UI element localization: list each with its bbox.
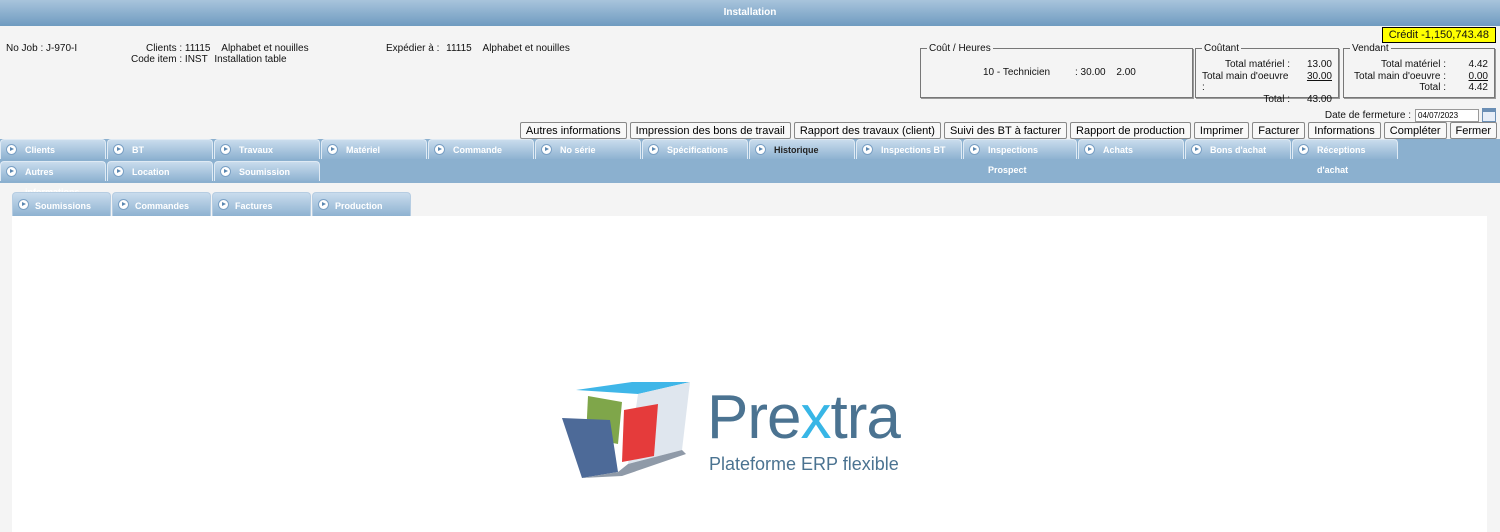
cout-heures-values: : 30.00 2.00 bbox=[1075, 67, 1136, 78]
coutant-row: Total : 43.00 bbox=[1263, 93, 1332, 105]
cout-heures-line: 10 - Technicien bbox=[983, 67, 1050, 78]
code-item-code: INST bbox=[184, 54, 208, 65]
tab-specifications[interactable]: Spécifications bbox=[642, 139, 748, 159]
expedier-info: Expédier à : 11115 Alphabet et nouilles bbox=[386, 43, 570, 54]
tab-inspections-prospect[interactable]: Inspections Prospect bbox=[963, 139, 1077, 175]
arrow-circle-icon bbox=[6, 166, 17, 177]
tab-bt[interactable]: BT bbox=[107, 139, 213, 159]
arrow-circle-icon bbox=[6, 144, 17, 155]
autres-informations-button[interactable]: Autres informations bbox=[519, 122, 627, 139]
arrow-circle-icon bbox=[220, 166, 231, 177]
vendant-box: Vendant Total matériel : 4.42 Total main… bbox=[1343, 43, 1495, 98]
closing-date: Date de fermeture : bbox=[1325, 108, 1496, 122]
no-job-value: J-970-I bbox=[46, 43, 78, 54]
arrow-circle-icon bbox=[1084, 144, 1095, 155]
code-item-name: Installation table bbox=[214, 54, 287, 65]
cout-heures-legend: Coût / Heures bbox=[929, 43, 991, 54]
subtab-factures[interactable]: Factures bbox=[212, 192, 311, 216]
tab-location[interactable]: Location bbox=[107, 161, 213, 181]
clients-name: Alphabet et nouilles bbox=[221, 43, 309, 54]
informations-button[interactable]: Informations bbox=[1308, 122, 1381, 139]
arrow-circle-icon bbox=[113, 144, 124, 155]
expedier-code: 11115 bbox=[446, 43, 472, 54]
fermer-button[interactable]: Fermer bbox=[1449, 122, 1497, 139]
arrow-circle-icon bbox=[118, 199, 129, 210]
no-job-info: No Job : J-970-I bbox=[6, 43, 77, 54]
cout-rate: : 30.00 bbox=[1075, 67, 1106, 78]
logo-tagline: Plateforme ERP flexible bbox=[709, 454, 899, 474]
subtab-soumissions[interactable]: Soumissions bbox=[12, 192, 111, 216]
arrow-circle-icon bbox=[648, 144, 659, 155]
expedier-label: Expédier à : bbox=[386, 43, 440, 54]
arrow-circle-icon bbox=[18, 199, 29, 210]
window-title: Installation bbox=[723, 7, 777, 18]
impression-bons-travail-button[interactable]: Impression des bons de travail bbox=[629, 122, 791, 139]
clients-code: 11115 bbox=[184, 43, 211, 54]
arrow-circle-icon bbox=[1191, 144, 1202, 155]
arrow-circle-icon bbox=[862, 144, 873, 155]
tab-travaux[interactable]: Travaux bbox=[214, 139, 320, 159]
coutant-row: Total main d'oeuvre : 30.00 bbox=[1202, 70, 1332, 94]
clients-info: Clients : 11115 Alphabet et nouilles bbox=[146, 43, 309, 54]
rapport-travaux-client-button[interactable]: Rapport des travaux (client) bbox=[793, 122, 941, 139]
closing-date-input[interactable] bbox=[1415, 108, 1479, 122]
subtab-production[interactable]: Production bbox=[312, 192, 411, 216]
tab-commande[interactable]: Commande bbox=[428, 139, 534, 159]
tab-autres-informations[interactable]: Autres informations bbox=[0, 161, 106, 197]
rapport-production-button[interactable]: Rapport de production bbox=[1070, 122, 1191, 139]
cout-heures-box: Coût / Heures 10 - Technicien : 30.00 2.… bbox=[920, 43, 1193, 98]
arrow-circle-icon bbox=[113, 166, 124, 177]
cube-logo-icon bbox=[562, 382, 690, 478]
prextra-logo: Prextra Plateforme ERP flexible bbox=[562, 380, 932, 480]
tab-clients[interactable]: Clients bbox=[0, 139, 106, 159]
suivi-bt-facturer-button[interactable]: Suivi des BT à facturer bbox=[943, 122, 1068, 139]
tab-materiel[interactable]: Matériel bbox=[321, 139, 427, 159]
arrow-circle-icon bbox=[318, 199, 329, 210]
imprimer-button[interactable]: Imprimer bbox=[1193, 122, 1250, 139]
closing-date-label: Date de fermeture : bbox=[1324, 109, 1411, 121]
code-item-label: Code item : bbox=[131, 54, 183, 65]
arrow-circle-icon bbox=[220, 144, 231, 155]
tab-bons-achat[interactable]: Bons d'achat bbox=[1185, 139, 1291, 159]
cout-hours: 2.00 bbox=[1116, 67, 1136, 78]
logo-wordmark: Prextra bbox=[707, 383, 901, 452]
tab-historique[interactable]: Historique bbox=[749, 139, 855, 159]
window-title-bar: Installation bbox=[0, 0, 1500, 26]
arrow-circle-icon bbox=[969, 144, 980, 155]
vendant-row: Total matériel : 4.42 bbox=[1380, 59, 1488, 70]
arrow-circle-icon bbox=[1298, 144, 1309, 155]
expedier-name: Alphabet et nouilles bbox=[482, 43, 570, 54]
arrow-circle-icon bbox=[434, 144, 445, 155]
code-item-info: Code item : INST Installation table bbox=[131, 54, 287, 65]
vendant-legend: Vendant bbox=[1352, 43, 1389, 54]
tab-soumission[interactable]: Soumission bbox=[214, 161, 320, 181]
vendant-row: Total : 4.42 bbox=[1419, 82, 1488, 93]
coutant-row: Total matériel : 13.00 bbox=[1224, 59, 1332, 70]
facturer-button[interactable]: Facturer bbox=[1252, 122, 1306, 139]
cout-line-label: 10 - Technicien bbox=[983, 67, 1051, 78]
action-button-bar: Autres informations Impression des bons … bbox=[519, 122, 1497, 139]
coutant-legend: Coûtant bbox=[1204, 43, 1240, 54]
clients-label: Clients : bbox=[146, 43, 183, 54]
tab-no-serie[interactable]: No série bbox=[535, 139, 641, 159]
tab-achats[interactable]: Achats bbox=[1078, 139, 1184, 159]
completer-button[interactable]: Compléter bbox=[1383, 122, 1447, 139]
arrow-circle-icon bbox=[218, 199, 229, 210]
subtab-commandes[interactable]: Commandes bbox=[112, 192, 211, 216]
tab-inspections-bt[interactable]: Inspections BT bbox=[856, 139, 962, 159]
calendar-icon[interactable] bbox=[1482, 108, 1496, 122]
no-job-label: No Job : bbox=[6, 43, 44, 54]
main-tab-bar: Clients BT Travaux Matériel Commande No … bbox=[0, 139, 1500, 197]
credit-badge: Crédit -1,150,743.48 bbox=[1381, 27, 1496, 43]
coutant-box: Coûtant Total matériel : 13.00 Total mai… bbox=[1195, 43, 1339, 105]
tab-receptions-achat[interactable]: Réceptions d'achat bbox=[1292, 139, 1398, 175]
content-panel bbox=[12, 216, 1487, 532]
arrow-circle-icon bbox=[541, 144, 552, 155]
vendant-row: Total main d'oeuvre : 0.00 bbox=[1354, 70, 1488, 82]
arrow-circle-icon bbox=[755, 144, 766, 155]
arrow-circle-icon bbox=[327, 144, 338, 155]
